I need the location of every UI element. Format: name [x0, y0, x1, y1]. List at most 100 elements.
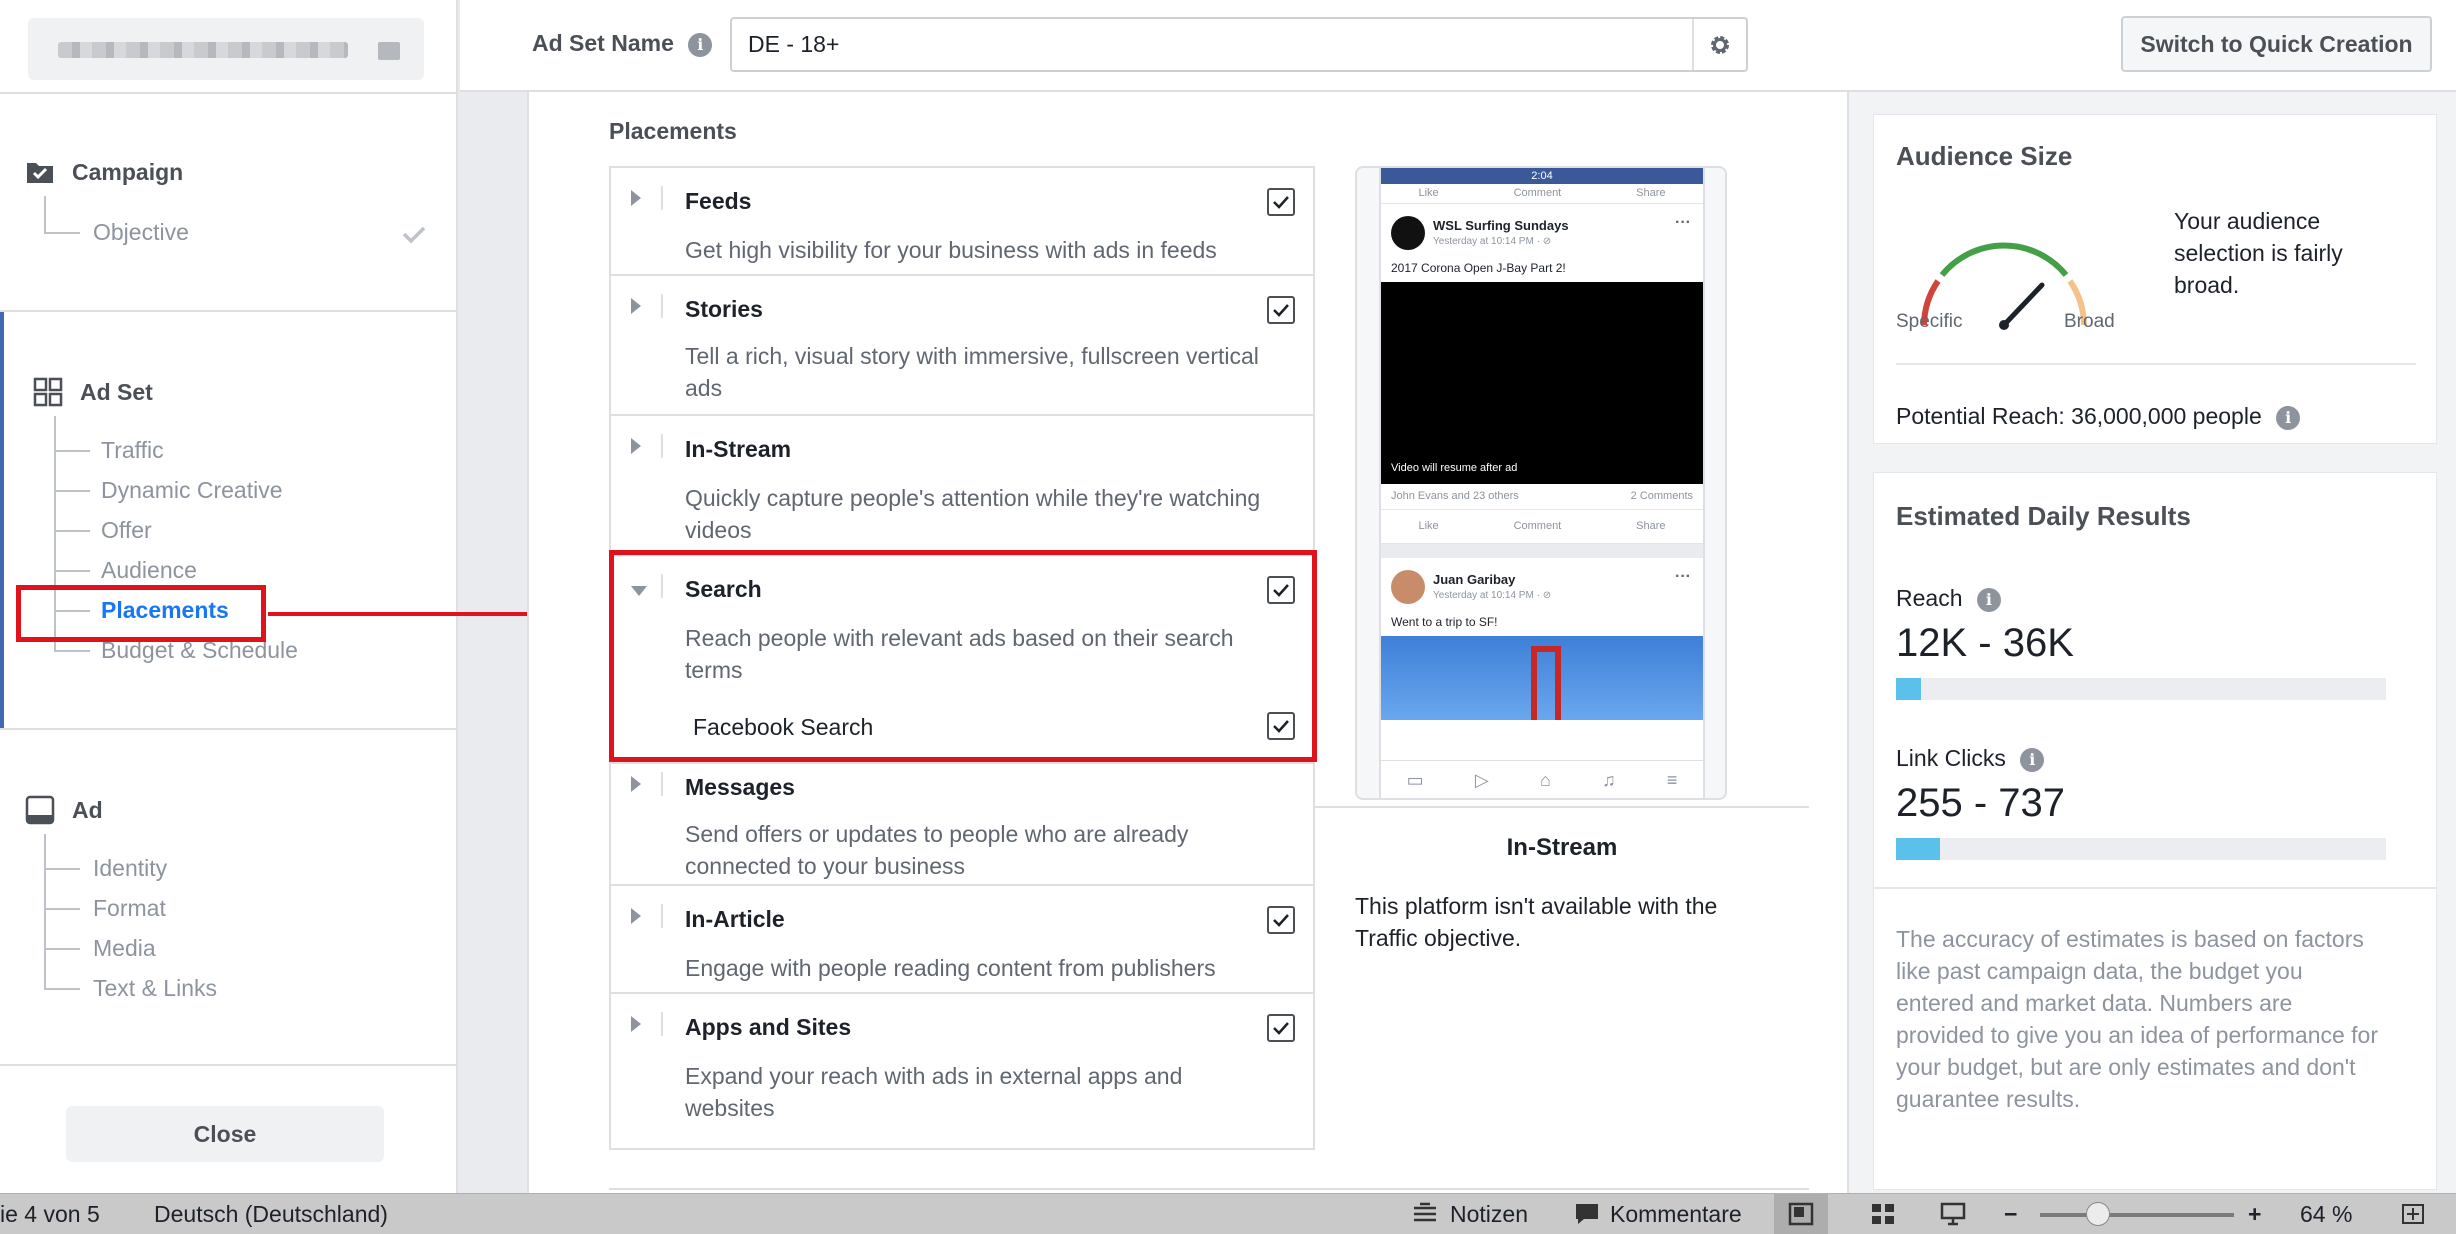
placement-title: In-Stream — [685, 436, 792, 462]
language-indicator[interactable]: Deutsch (Deutschland) — [154, 1201, 388, 1228]
like-action: Like — [1418, 187, 1439, 199]
expand-icon[interactable] — [631, 190, 641, 206]
nav-ad-label: Ad — [72, 796, 103, 823]
checkbox-in-article[interactable] — [1267, 906, 1295, 934]
tree-tick — [44, 868, 80, 870]
nav-adset-label: Ad Set — [80, 378, 153, 405]
expand-icon[interactable] — [631, 908, 641, 924]
account-selector[interactable] — [28, 18, 424, 80]
placement-row-apps-sites[interactable]: Apps and Sites Expand your reach with ad… — [611, 994, 1313, 1148]
divider — [661, 186, 663, 210]
expand-icon[interactable] — [631, 298, 641, 314]
info-icon[interactable]: i — [2020, 747, 2045, 772]
comments-button[interactable]: Kommentare — [1610, 1201, 1742, 1228]
adset-name-label-text: Ad Set Name — [532, 30, 674, 56]
menu-tab-icon: ≡ — [1666, 770, 1678, 790]
expand-icon[interactable] — [631, 1016, 641, 1032]
audience-size-card: Audience Size Specific Broad Your audien… — [1873, 114, 2437, 444]
post-author: Juan Garibay — [1433, 572, 1516, 587]
info-icon[interactable]: i — [688, 32, 713, 57]
divider — [1896, 363, 2416, 365]
nav-item-traffic[interactable]: Traffic — [101, 437, 164, 464]
phone-status-bar: 2:04 — [1381, 168, 1703, 184]
close-button[interactable]: Close — [66, 1106, 384, 1162]
placement-desc: Quickly capture people's attention while… — [685, 485, 1261, 543]
slide-sorter-icon[interactable] — [1870, 1202, 1896, 1226]
expand-icon[interactable] — [631, 438, 641, 454]
placement-row-in-stream[interactable]: In-Stream Quickly capture people's atten… — [611, 416, 1313, 556]
audience-description: Your audience selection is fairly broad. — [2174, 208, 2343, 298]
reactions-text: John Evans and 23 others — [1391, 490, 1519, 502]
ad-preview-phone: 2:04 Like Comment Share WSL Surfing Sund… — [1355, 166, 1727, 800]
marketplace-tab-icon: ⌂ — [1539, 770, 1551, 790]
switch-quick-creation-button[interactable]: Switch to Quick Creation — [2121, 16, 2432, 72]
checkbox-stories[interactable] — [1267, 296, 1295, 324]
nav-item-identity[interactable]: Identity — [93, 855, 167, 882]
nav-adset[interactable]: Ad Set — [32, 376, 153, 408]
tree-tick — [54, 570, 90, 572]
info-icon[interactable]: i — [2276, 405, 2301, 430]
fit-window-icon[interactable] — [2400, 1202, 2426, 1226]
zoom-out-icon[interactable]: − — [2004, 1201, 2017, 1228]
info-icon[interactable]: i — [1976, 587, 2001, 612]
placement-desc: Send offers or updates to people who are… — [685, 821, 1189, 879]
tree-tick — [54, 490, 90, 492]
post-header: WSL Surfing Sundays Yesterday at 10:14 P… — [1381, 204, 1703, 260]
expand-icon[interactable] — [631, 776, 641, 792]
gauge-broad-label: Broad — [2064, 311, 2115, 332]
top-bar: Ad Set Name i Switch to Quick Creation — [460, 0, 2456, 92]
adset-name-input[interactable] — [730, 17, 1748, 72]
zoom-slider[interactable] — [2040, 1213, 2234, 1217]
nav-item-format[interactable]: Format — [93, 895, 166, 922]
divider — [0, 728, 458, 730]
gauge-specific-label: Specific — [1896, 311, 1963, 332]
comments-count: 2 Comments — [1630, 490, 1693, 502]
nav-item-offer[interactable]: Offer — [101, 517, 152, 544]
placement-row-stories[interactable]: Stories Tell a rich, visual story with i… — [611, 276, 1313, 416]
nav-item-media[interactable]: Media — [93, 935, 156, 962]
placement-row-feeds[interactable]: Feeds Get high visibility for your busin… — [611, 168, 1313, 276]
more-icon: ··· — [1675, 568, 1691, 585]
avatar — [1391, 216, 1425, 250]
phone-screen: 2:04 Like Comment Share WSL Surfing Sund… — [1379, 168, 1705, 798]
tree-tick — [44, 988, 80, 990]
post-time: Yesterday at 10:14 PM · ⊘ — [1433, 236, 1552, 247]
placement-desc: Tell a rich, visual story with immersive… — [685, 343, 1259, 401]
nav-item-audience[interactable]: Audience — [101, 557, 197, 584]
placement-row-messages[interactable]: Messages Send offers or updates to peopl… — [611, 764, 1313, 886]
accuracy-note: The accuracy of estimates is based on fa… — [1896, 926, 2379, 1112]
zoom-slider-handle[interactable] — [2086, 1202, 2110, 1226]
reach-bar — [1896, 678, 2386, 700]
gear-icon[interactable] — [1692, 19, 1746, 70]
nav-ad[interactable]: Ad — [24, 794, 103, 826]
share-action: Share — [1636, 520, 1666, 532]
presentation-icon[interactable] — [1940, 1202, 1966, 1226]
normal-view-icon[interactable] — [1788, 1202, 1814, 1226]
share-action: Share — [1636, 187, 1666, 199]
nav-item-text-links[interactable]: Text & Links — [93, 975, 217, 1002]
post-image — [1381, 636, 1703, 720]
post-time: Yesterday at 10:14 PM · ⊘ — [1433, 590, 1552, 601]
zoom-in-icon[interactable]: + — [2248, 1201, 2261, 1228]
checkbox-apps-sites[interactable] — [1267, 1014, 1295, 1042]
nav-item-dynamic-creative[interactable]: Dynamic Creative — [101, 477, 283, 504]
zoom-level[interactable]: 64 % — [2300, 1201, 2352, 1228]
divider — [609, 1188, 1809, 1190]
grid-icon — [32, 376, 64, 408]
nav-campaign[interactable]: Campaign — [24, 156, 183, 188]
post-header: Juan Garibay Yesterday at 10:14 PM · ⊘ ·… — [1381, 558, 1703, 614]
checkbox-feeds[interactable] — [1267, 188, 1295, 216]
placement-row-in-article[interactable]: In-Article Engage with people reading co… — [611, 886, 1313, 994]
reach-bar-fill — [1896, 678, 1921, 700]
adset-name-label: Ad Set Name i — [532, 30, 713, 57]
tree-tick — [54, 450, 90, 452]
notes-button[interactable]: Notizen — [1450, 1201, 1528, 1228]
highlight-box-search — [609, 550, 1317, 762]
reach-label-text: Reach — [1896, 585, 1963, 611]
reach-label: Reach i — [1896, 585, 2001, 612]
notifications-tab-icon: ♫ — [1602, 770, 1616, 790]
nav-item-objective[interactable]: Objective — [93, 219, 189, 246]
divider — [661, 434, 663, 458]
divider — [0, 92, 458, 94]
post-reactions: John Evans and 23 others 2 Comments — [1381, 484, 1703, 510]
